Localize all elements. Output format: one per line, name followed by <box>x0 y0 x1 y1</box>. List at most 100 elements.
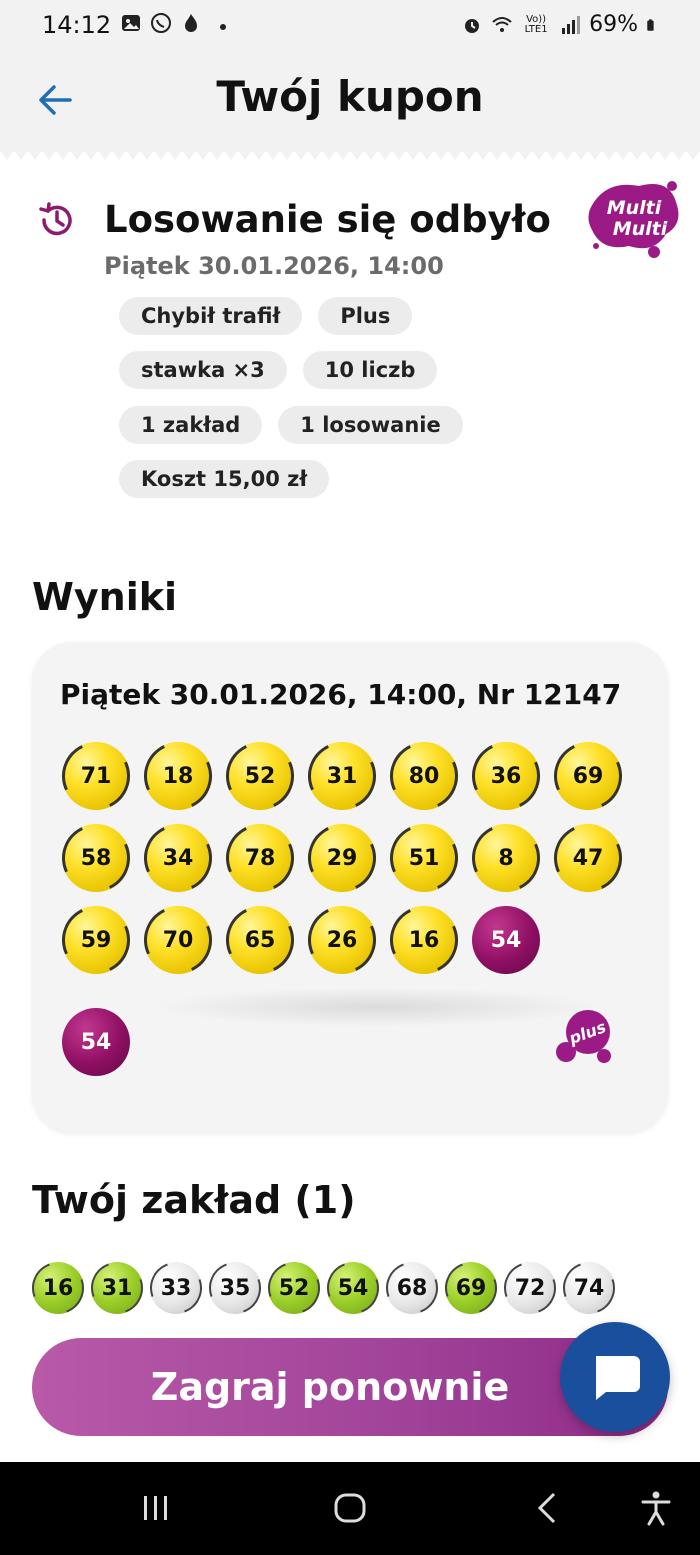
plus-number: 54 <box>80 1029 112 1055</box>
drawn-number: 47 <box>572 845 604 871</box>
chat-button[interactable] <box>560 1322 670 1432</box>
whatsapp-icon <box>151 13 171 33</box>
chip-quick-pick: Chybił trafił <box>119 297 303 335</box>
drawn-number: 71 <box>80 763 112 789</box>
drawn-number-ball: 51 <box>390 824 458 892</box>
chip-row-2: stawka ×3 10 liczb <box>119 351 438 389</box>
draw-status: Losowanie się odbyło <box>104 198 551 241</box>
lte-indicator: Vo)) LTE1 <box>524 13 548 35</box>
bet-number: 52 <box>278 1275 310 1301</box>
drawn-number: 52 <box>244 763 276 789</box>
drawn-number: 70 <box>162 927 194 953</box>
drawn-number: 51 <box>408 845 440 871</box>
drawn-number-ball: 80 <box>390 742 458 810</box>
bet-number-miss: 74 <box>563 1262 615 1314</box>
notification-icons <box>120 12 226 34</box>
drawn-number-ball: 29 <box>308 824 376 892</box>
back-nav-icon[interactable] <box>530 1490 566 1526</box>
bet-title: Twój zakład (1) <box>32 1178 356 1222</box>
chip-row-3: 1 zakład 1 losowanie <box>119 406 463 444</box>
drawn-number: 29 <box>326 845 358 871</box>
bet-number-miss: 35 <box>209 1262 261 1314</box>
drawn-number: 80 <box>408 763 440 789</box>
multi-logo-text-2: Multi <box>613 218 668 240</box>
plus-number-ball: 54 <box>62 1008 130 1076</box>
home-icon[interactable] <box>332 1490 368 1526</box>
drawn-number-ball: 65 <box>226 906 294 974</box>
chip-numbers-count: 10 liczb <box>302 351 438 389</box>
bet-number-miss: 72 <box>504 1262 556 1314</box>
bet-number: 68 <box>396 1275 428 1301</box>
results-card: Piątek 30.01.2026, 14:00, Nr 12147 71 18 5… <box>32 642 668 1132</box>
drawn-number-ball: 69 <box>554 742 622 810</box>
chip-cost: Koszt 15,00 zł <box>119 460 330 498</box>
bet-number-hit: 52 <box>268 1262 320 1314</box>
drawn-number-ball: 31 <box>308 742 376 810</box>
chip-draws: 1 losowanie <box>278 406 463 444</box>
drawn-number: 26 <box>326 927 358 953</box>
drawn-number: 65 <box>244 927 276 953</box>
drawn-number-ball: 70 <box>144 906 212 974</box>
recent-apps-icon[interactable] <box>138 1490 174 1526</box>
chip-row-1: Chybił trafił Plus <box>119 297 413 335</box>
drawn-number-ball: 8 <box>472 824 540 892</box>
bet-number: 74 <box>573 1275 605 1301</box>
page-title: Twój kupon <box>216 72 484 121</box>
drawn-number-ball: 58 <box>62 824 130 892</box>
system-indicators: Vo)) LTE1 69% <box>461 12 660 37</box>
bet-number: 69 <box>455 1275 487 1301</box>
bet-number-miss: 33 <box>150 1262 202 1314</box>
drawn-number: 78 <box>244 845 276 871</box>
battery-icon <box>647 18 654 31</box>
wifi-icon <box>492 16 512 32</box>
drawn-number-ball: 26 <box>308 906 376 974</box>
bet-number-hit: 54 <box>327 1262 379 1314</box>
bet-number: 72 <box>514 1275 546 1301</box>
status-bar: 14:12 Vo)) LTE1 69% <box>0 0 700 52</box>
system-nav-bar <box>0 1462 700 1555</box>
bet-number: 35 <box>219 1275 251 1301</box>
coupon-zigzag-edge <box>0 150 700 160</box>
more-notifications-dot <box>220 24 226 30</box>
drawn-number-ball: 78 <box>226 824 294 892</box>
drawn-number: 59 <box>80 927 112 953</box>
bet-number: 16 <box>42 1275 74 1301</box>
drawn-number: 69 <box>572 763 604 789</box>
plus-logo: plus <box>556 1010 611 1063</box>
battery-percent: 69% <box>589 12 638 37</box>
drawn-number-ball: 16 <box>390 906 458 974</box>
drawn-number: 34 <box>162 845 194 871</box>
history-icon <box>39 202 72 236</box>
chip-bets: 1 zakład <box>119 406 263 444</box>
bet-number-miss: 68 <box>386 1262 438 1314</box>
status-time: 14:12 <box>42 11 112 39</box>
bet-number-hit: 69 <box>445 1262 497 1314</box>
app-header: Twój kupon <box>0 52 700 152</box>
chip-stake: stawka ×3 <box>119 351 287 389</box>
signal-icon <box>562 15 581 34</box>
drawn-number-ball: 34 <box>144 824 212 892</box>
draw-header: Piątek 30.01.2026, 14:00, Nr 12147 <box>60 678 622 711</box>
drawn-number-ball: 36 <box>472 742 540 810</box>
accessibility-icon[interactable] <box>638 1490 674 1526</box>
gallery-icon <box>122 15 140 31</box>
chip-plus: Plus <box>318 297 413 335</box>
drawn-number-ball: 71 <box>62 742 130 810</box>
drawn-number: 18 <box>162 763 194 789</box>
drawn-number: 58 <box>80 845 112 871</box>
special-number-ball: 54 <box>472 906 540 974</box>
bet-number-hit: 16 <box>32 1262 84 1314</box>
card-divider-shadow <box>152 987 602 1027</box>
chip-row-4: Koszt 15,00 zł <box>119 460 330 498</box>
flame-icon <box>185 14 197 32</box>
draw-date: Piątek 30.01.2026, 14:00 <box>104 252 444 280</box>
drawn-number-ball: 47 <box>554 824 622 892</box>
drawn-number-ball: 18 <box>144 742 212 810</box>
results-title: Wyniki <box>32 575 178 619</box>
drawn-number-ball: 59 <box>62 906 130 974</box>
special-number: 54 <box>490 927 522 953</box>
bet-number: 33 <box>160 1275 192 1301</box>
drawn-number: 36 <box>490 763 522 789</box>
bet-number: 31 <box>101 1275 133 1301</box>
bet-number-hit: 31 <box>91 1262 143 1314</box>
